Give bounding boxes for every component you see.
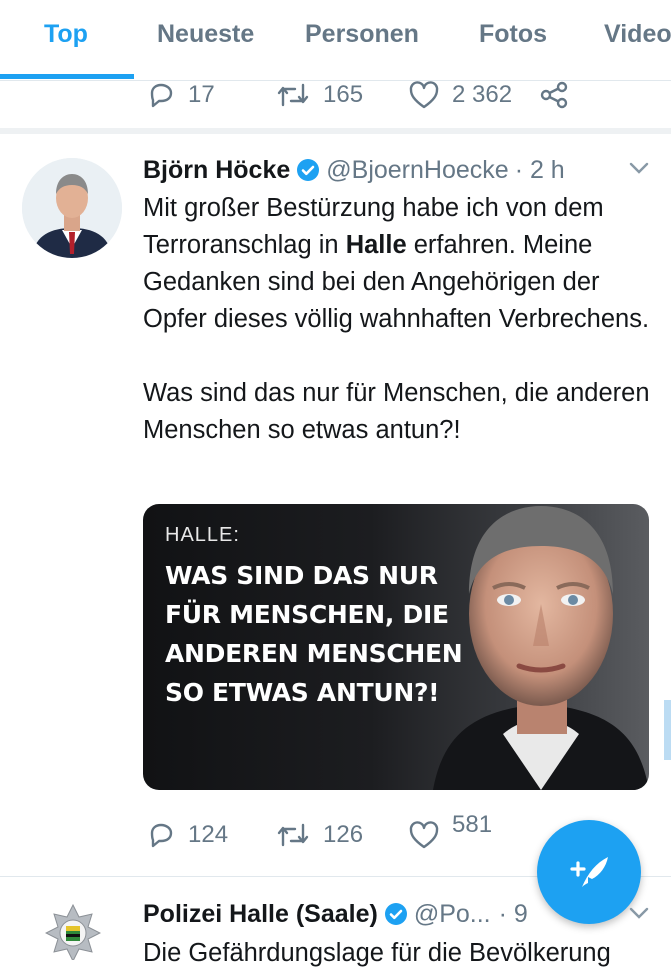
- author-name[interactable]: Polizei Halle (Saale): [143, 900, 378, 929]
- hashtag-halle[interactable]: Halle: [346, 231, 407, 259]
- avatar[interactable]: [22, 158, 122, 258]
- chevron-down-icon[interactable]: [628, 160, 650, 176]
- tweet-time: · 2 h: [514, 155, 565, 184]
- like-count: 2 362: [452, 81, 513, 108]
- retweet-count: 126: [323, 821, 364, 848]
- tweet-media-image[interactable]: HALLE: WAS SIND DAS NUR FÜR MENSCHEN, DI…: [143, 504, 649, 790]
- tweet-time: · 9: [498, 899, 528, 928]
- reply-count: 124: [188, 821, 229, 848]
- scrollbar[interactable]: [664, 700, 671, 760]
- tweet-header: Polizei Halle (Saale) @Po... · 9: [143, 896, 663, 932]
- author-handle[interactable]: @BjoernHoecke: [326, 156, 508, 185]
- tweet-header: Björn Höcke @BjoernHoecke · 2 h: [143, 152, 663, 188]
- retweet-button[interactable]: 126: [275, 820, 363, 850]
- retweet-icon: [277, 83, 309, 107]
- like-icon: [409, 821, 439, 849]
- reply-button[interactable]: 124: [146, 820, 228, 850]
- like-button[interactable]: 2 362: [408, 80, 512, 110]
- tab-fotos[interactable]: Fotos: [479, 20, 547, 49]
- author-name[interactable]: Björn Höcke: [143, 156, 290, 185]
- media-headline-line: WAS SIND DAS NUR: [165, 561, 438, 590]
- like-count: 581: [452, 811, 493, 838]
- media-headline-line: SO ETWAS ANTUN?!: [165, 678, 440, 707]
- reply-icon: [150, 83, 173, 108]
- retweet-icon: [277, 823, 309, 847]
- reply-icon: [150, 823, 173, 848]
- chevron-down-icon[interactable]: [628, 905, 650, 921]
- verified-icon: [384, 903, 407, 925]
- tweet-text: Mit großer Bestürzung habe ich von dem T…: [143, 190, 658, 449]
- tweet-text-paragraph-2: Was sind das nur für Menschen, die ander…: [143, 379, 650, 444]
- like-button[interactable]: 581: [408, 811, 492, 850]
- share-button[interactable]: [538, 80, 570, 110]
- prev-tweet-actions: 17 165 2 362: [0, 80, 671, 120]
- media-headline-line: ANDEREN MENSCHEN: [165, 639, 463, 668]
- tab-videos[interactable]: Videos: [604, 20, 671, 49]
- reply-count: 17: [188, 81, 215, 108]
- compose-tweet-icon: [570, 857, 608, 887]
- tweet-divider: [0, 128, 671, 134]
- media-headline-line: FÜR MENSCHEN, DIE: [165, 600, 449, 629]
- media-headline: WAS SIND DAS NUR FÜR MENSCHEN, DIE ANDER…: [165, 556, 463, 712]
- tab-top[interactable]: Top: [44, 20, 88, 49]
- tab-personen[interactable]: Personen: [305, 20, 419, 49]
- share-icon: [540, 81, 568, 109]
- tweet-text: Die Gefährdungslage für die Bevölkerung: [143, 939, 611, 967]
- retweet-button[interactable]: 165: [275, 80, 363, 110]
- active-tab-indicator: [0, 74, 134, 79]
- like-icon: [409, 81, 439, 109]
- tab-neueste[interactable]: Neueste: [157, 20, 254, 49]
- reply-button[interactable]: 17: [146, 80, 215, 110]
- portrait-photo: [433, 504, 649, 790]
- author-handle[interactable]: @Po...: [414, 900, 491, 929]
- media-kicker: HALLE:: [165, 524, 240, 546]
- verified-icon: [297, 159, 320, 181]
- avatar[interactable]: [44, 903, 102, 963]
- search-tabs: Top Neueste Personen Fotos Videos: [0, 0, 671, 81]
- retweet-count: 165: [323, 81, 364, 108]
